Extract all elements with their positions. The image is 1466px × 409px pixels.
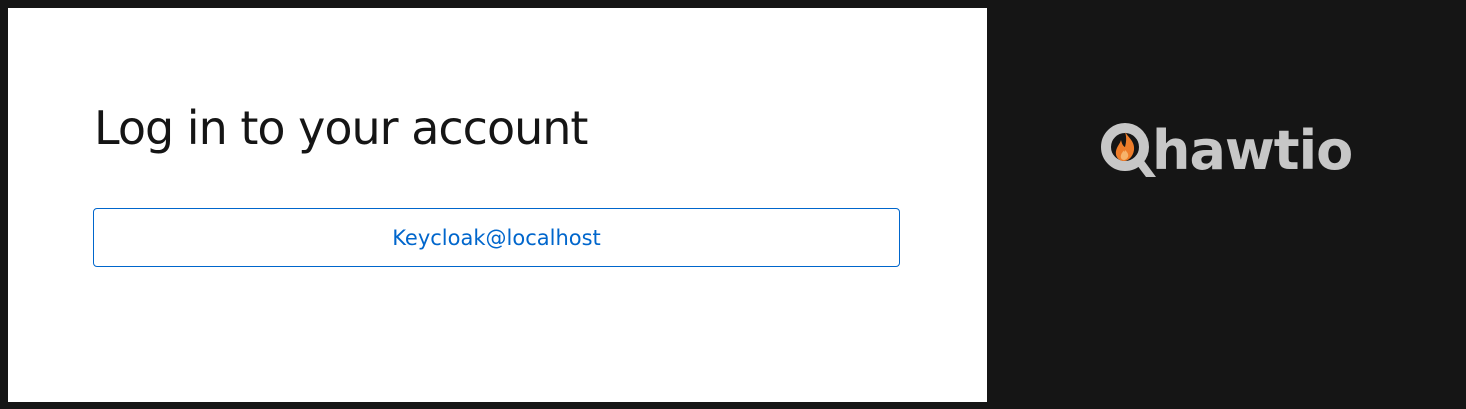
hawtio-logo: hawtio (1100, 118, 1353, 184)
brand-panel: hawtio (987, 0, 1466, 409)
magnifier-flame-icon (1100, 121, 1158, 181)
login-title: Log in to your account (94, 101, 588, 155)
brand-wordmark: hawtio (1152, 119, 1353, 182)
login-card: Log in to your account Keycloak@localhos… (8, 8, 987, 402)
keycloak-login-button[interactable]: Keycloak@localhost (93, 208, 900, 267)
login-page: Log in to your account Keycloak@localhos… (0, 0, 1466, 409)
